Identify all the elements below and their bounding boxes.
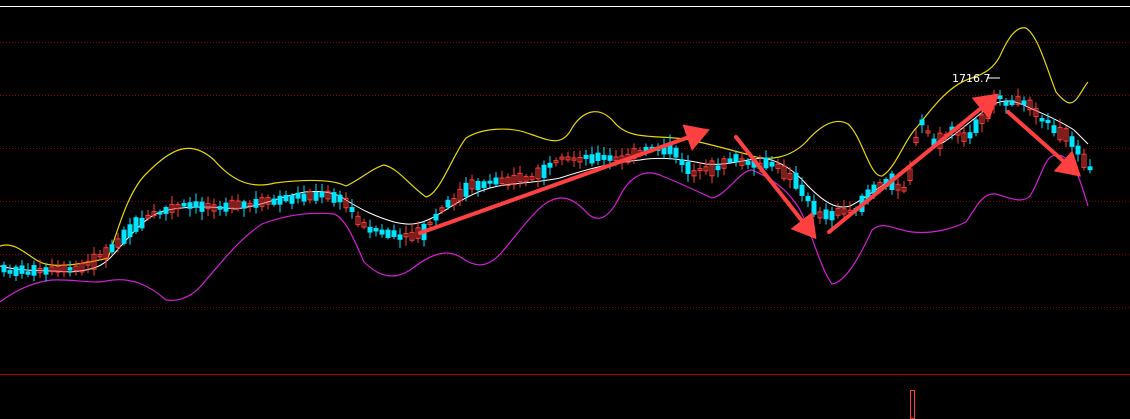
candle-down [283,194,289,202]
candle-down [1039,118,1045,122]
candle-down [13,266,19,276]
candle-down [805,195,811,202]
candle-down [589,154,595,164]
candle-down [31,265,37,276]
price-labels: 1716.7 [952,72,1000,85]
trend-arrow [418,124,710,235]
middle-band-line [0,100,1089,273]
candle-down [811,200,817,215]
candle-down [595,152,601,161]
candle-down [1009,100,1015,105]
candle-down [493,177,499,185]
candle-down [67,267,73,271]
candle-down [433,213,439,221]
candle-down [121,229,127,244]
candle-down [25,271,31,275]
candle-down [271,198,277,205]
candle-down [157,211,163,215]
volume-panel [910,390,915,419]
trend-arrow [827,93,1000,234]
candle-down [379,229,385,235]
candle-down [793,172,799,189]
candle-down [445,199,451,208]
candle-down [331,192,337,203]
high-price-label: 1716.7 [952,72,991,85]
candle-down [583,154,589,159]
candle-down [397,234,403,240]
candle-down [685,161,691,175]
candle-down [967,132,973,139]
candle-down [769,162,775,167]
candle-down [1045,119,1051,124]
candle-down [127,224,133,238]
candle-down [7,270,13,274]
candle-down [715,165,721,171]
candle-down [799,184,805,196]
candle-down [475,180,481,191]
candle-down [187,202,193,209]
candle-down [337,194,343,203]
candle-down [673,147,679,158]
candle-down [43,267,49,275]
candle-down [463,182,469,197]
candle-down [823,209,829,220]
candle-down [163,207,169,214]
candle-down [547,162,553,168]
candle-down [733,154,739,163]
price-chart: 1716.7 [0,6,1130,419]
candle-down [919,119,925,126]
candle-down [607,155,613,161]
candle-down [1021,100,1027,106]
candle-down [997,95,1003,100]
candle-down [241,201,247,209]
candle-down [295,192,301,199]
candle-down [223,202,229,212]
candle-down [349,207,355,213]
candle-down [277,195,283,205]
candle-down [133,217,139,232]
candle-down [481,181,487,188]
candle-down [373,228,379,232]
candle-down [745,160,751,165]
candle-down [829,211,835,221]
candle-down [313,191,319,201]
candle-down [199,201,205,212]
candle-down [391,230,397,237]
candle-down [301,193,307,202]
candle-down [319,191,325,198]
candle-down [763,157,769,169]
trend-arrows [418,93,1081,240]
candle-down [253,198,259,208]
candle-down [289,194,295,204]
candle-down [217,206,223,210]
grid-lines [0,6,1130,375]
upper-band-line [0,27,1089,266]
candle-down [1087,166,1093,171]
candle-down [679,159,685,166]
candle-down [385,229,391,238]
candle-down [1051,125,1057,134]
candle-down [109,244,115,253]
candle-down [541,164,547,178]
candle-down [727,158,733,163]
candle-down [193,201,199,208]
candle-down [139,217,145,229]
candle-down [1075,145,1081,155]
volume-bar [910,390,915,419]
candle-down [1,264,7,273]
candle-down [19,265,25,274]
candle-down [1003,101,1009,106]
candle-down [367,226,373,233]
candle-down [487,180,493,184]
candle-down [1069,136,1075,147]
candle-down [181,202,187,207]
candlesticks [1,88,1093,282]
candle-down [601,154,607,160]
candle-down [973,119,979,133]
